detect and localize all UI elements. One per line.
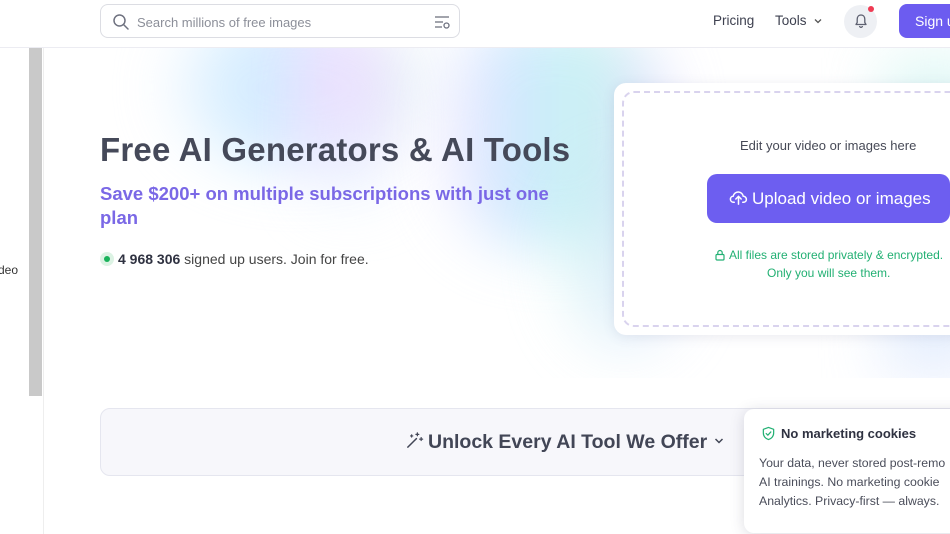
gradient-glow [314,58,384,198]
upload-hint: Edit your video or images here [740,138,917,153]
page-title: Free AI Generators & AI Tools [100,131,571,168]
status-dot-icon [100,252,114,266]
search-icon [113,14,129,30]
sidebar-item-label[interactable]: deo [0,263,18,277]
chevron-down-icon [814,19,822,24]
cookie-line: Analytics. Privacy-first — always. [759,494,940,508]
search-input[interactable] [137,11,417,33]
nav-tools-label: Tools [775,13,807,28]
upload-button-label: Upload video or images [752,189,931,208]
user-count-text: signed up users. Join for free. [180,251,369,267]
cookie-notice-body: Your data, never stored post-remo AI tra… [759,454,950,511]
upload-card: Edit your video or images here Upload vi… [614,83,950,335]
nav-pricing-link[interactable]: Pricing [713,13,754,28]
unlock-tools-label: Unlock Every AI Tool We Offer [428,431,708,453]
cookie-line: Your data, never stored post-remo [759,456,946,470]
search-bar[interactable] [100,4,460,38]
cookie-notice-title: No marketing cookies [761,426,916,441]
shield-check-icon [762,426,775,441]
top-bar: Pricing Tools Sign up [0,0,950,48]
hero-subtitle: Save $200+ on multiple subscriptions wit… [100,183,549,228]
cookie-title-text: No marketing cookies [781,426,917,441]
nav-tools-menu[interactable]: Tools [775,13,823,28]
bell-icon [855,14,867,29]
magic-wand-icon [407,432,424,448]
privacy-note-line1: All files are stored privately & encrypt… [729,248,944,262]
privacy-note: All files are stored privately & encrypt… [714,248,943,262]
lock-icon [715,249,725,261]
user-count-line: 4 968 306 signed up users. Join for free… [100,251,369,267]
unlock-tools-text: Unlock Every AI Tool We Offer [405,431,729,454]
upload-button[interactable]: Upload video or images [707,174,950,223]
cloud-upload-icon [729,191,748,205]
filter-settings-icon[interactable] [433,13,451,31]
notifications-button[interactable] [844,5,877,38]
cookie-notice: No marketing cookies Your data, never st… [744,409,950,533]
signup-button[interactable]: Sign up [899,4,950,38]
sidebar-scrollbar[interactable] [29,48,42,396]
user-count: 4 968 306 [118,251,181,267]
chevron-down-icon [715,438,724,444]
cookie-line: AI trainings. No marketing cookie [759,475,940,489]
privacy-note-line2: Only you will see them. [767,266,891,280]
left-sidebar: deo [0,48,44,534]
notification-dot [868,6,874,12]
